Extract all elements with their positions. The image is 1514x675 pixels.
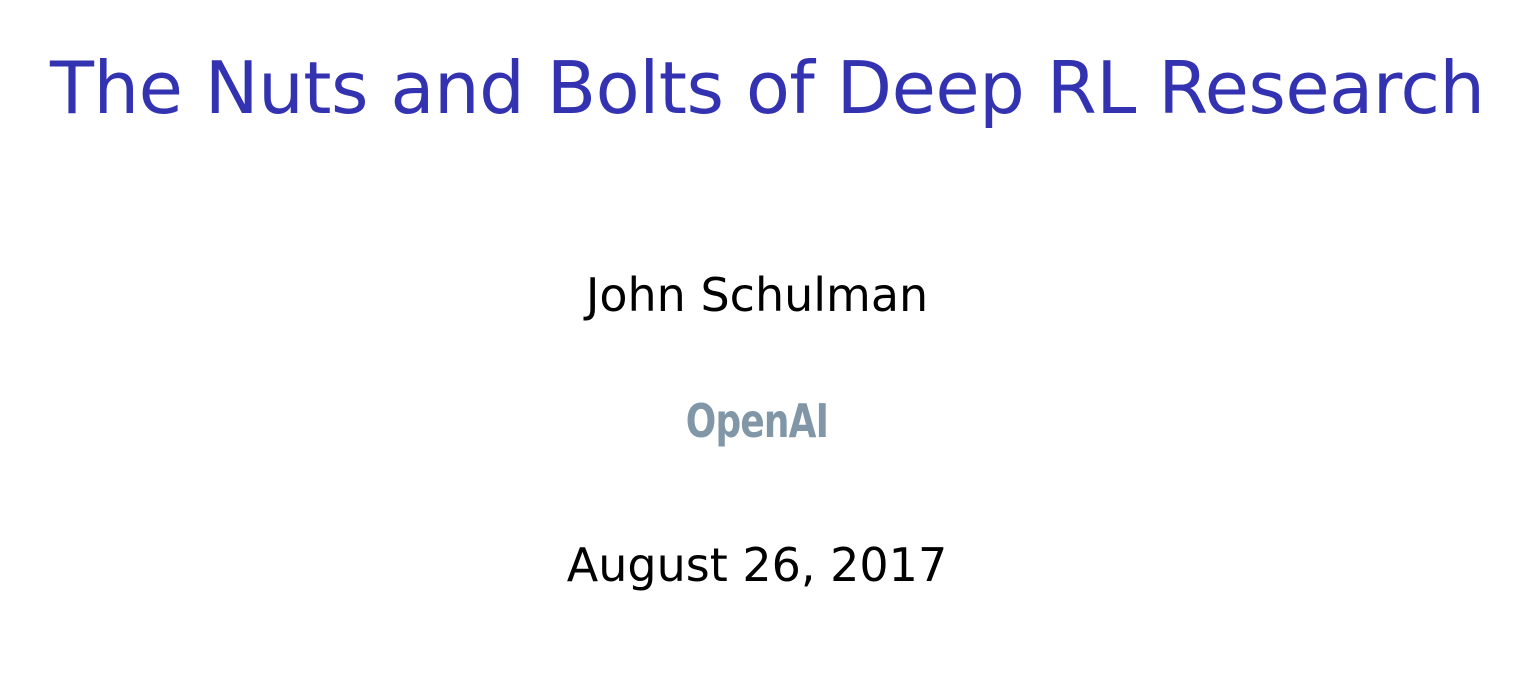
slide-title: The Nuts and Bolts of Deep RL Research — [50, 46, 1485, 130]
author-name: John Schulman — [585, 268, 929, 322]
title-slide: The Nuts and Bolts of Deep RL Research J… — [0, 0, 1514, 675]
presentation-date: August 26, 2017 — [566, 538, 948, 592]
organization-logo: OpenAI — [685, 394, 829, 448]
